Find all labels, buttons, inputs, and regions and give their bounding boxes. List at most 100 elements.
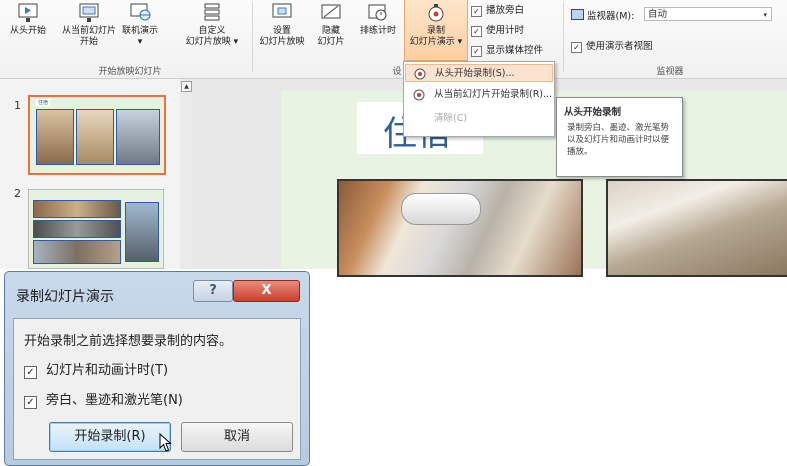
ribbon-separator [563,2,564,72]
hide-slide-label-2: 幻灯片 [317,37,345,47]
thumbnail-photo [33,220,121,238]
chevron-down-icon: ▾ [763,11,767,19]
from-beginning-button[interactable]: 从头开始 [2,2,54,37]
help-icon: ? [209,283,217,298]
slide-thumbnail-1[interactable]: 住宿 [28,95,166,175]
thumbnail-number: 1 [14,99,21,112]
thumbnail-photo [33,200,121,218]
scroll-up-icon[interactable]: ▲ [181,81,192,92]
start-recording-button[interactable]: 开始录制(R) [49,422,171,452]
record-slideshow-content: 录制 幻灯片演示 ▾ [405,2,467,48]
thumbnail-photo [125,202,159,262]
tooltip-title: 从头开始录制 [564,107,622,118]
setup-slideshow-label-2: 幻灯片放映 [259,37,305,47]
show-media-controls-checkbox[interactable]: ✓ 显示媒体控件 [471,42,543,57]
menu-item-label: 从头开始录制(S)... [435,68,515,79]
menu-item-record-from-beginning[interactable]: 从头开始录制(S)... [405,64,553,82]
use-timings-label: 使用计时 [486,25,525,36]
setup-slideshow-icon [272,3,292,18]
rehearse-timings-label: 排练计时 [359,26,396,36]
menu-item-clear: 清除(C) [405,110,553,128]
custom-slideshow-label-1: 自定义 [198,26,226,36]
hide-slide-icon [321,4,341,19]
menu-item-label: 从当前幻灯片开始录制(R)... [434,89,553,100]
start-recording-label: 开始录制(R) [74,429,146,444]
checkbox-checked-icon: ✓ [471,46,482,57]
hide-slide-label-1: 隐藏 [321,26,340,36]
from-current-slide-button[interactable]: 从当前幻灯片 开始 [56,2,122,48]
slide-animation-timings-checkbox[interactable]: ✓ 幻灯片和动画计时(T) [24,359,168,379]
narration-ink-laser-checkbox[interactable]: ✓ 旁白、墨迹和激光笔(N) [24,389,183,409]
thumbnail-photo [116,109,160,165]
slide-thumbnail-pane: 1 住宿 2 [0,79,181,269]
checkbox-checked-icon: ✓ [471,26,482,37]
monitor-icon [571,9,584,20]
use-timings-checkbox[interactable]: ✓ 使用计时 [471,22,524,37]
record-dropdown-menu: 从头开始录制(S)... 从当前幻灯片开始录制(R)... 清除(C) [403,61,555,137]
from-beginning-label: 从头开始 [9,26,46,36]
close-button[interactable]: X [233,280,300,302]
presenter-view-label: 使用演示者视图 [586,41,653,52]
mouse-cursor-icon [159,433,172,452]
presenter-view-checkbox[interactable]: ✓ 使用演示者视图 [571,38,653,53]
record-slideshow-label-2: 幻灯片演示 ▾ [409,37,463,47]
present-online-label: 联机演示 [121,26,158,36]
custom-slideshow-button[interactable]: 自定义 幻灯片放映 ▾ [176,2,248,48]
ribbon-separator [252,2,253,72]
bathroom-photo [337,179,583,277]
monitor-label: 监视器(M): [587,11,635,22]
group-start-slideshow-label: 开始放映幻灯片 [98,67,162,77]
monitor-label-row: 监视器(M): [571,8,634,22]
record-slideshow-button[interactable]: 录制 幻灯片演示 ▾ [404,0,468,61]
record-tooltip: 从头开始录制 录制旁白、墨迹、激光笔势以及幻灯片和动画计时以便播放。 [556,97,683,177]
help-button[interactable]: ? [193,280,233,302]
slide-animation-timings-label: 幻灯片和动画计时(T) [46,363,169,378]
play-narrations-checkbox[interactable]: ✓ 播放旁白 [471,2,524,17]
tooltip-body: 录制旁白、墨迹、激光笔势以及幻灯片和动画计时以便播放。 [567,123,670,157]
custom-slideshow-icon [204,3,220,21]
play-narrations-label: 播放旁白 [486,5,525,16]
play-from-current-icon [79,3,99,22]
checkbox-checked-icon: ✓ [24,366,37,379]
show-media-controls-label: 显示媒体控件 [486,45,544,56]
group-monitor-label: 监视器 [656,67,684,77]
thumbnail-photo [33,240,121,264]
cancel-label: 取消 [223,429,250,444]
record-slideshow-label-1: 录制 [426,26,445,36]
thumbnail-photo [36,109,74,165]
dialog-body: 开始录制之前选择想要录制的内容。 ✓ 幻灯片和动画计时(T) ✓ 旁白、墨迹和激光笔… [13,318,301,460]
hide-slide-button[interactable]: 隐藏 幻灯片 [312,2,350,48]
close-icon: X [261,283,272,298]
thumbnail-photo [76,109,114,165]
monitor-select-value: 自动 [648,9,668,20]
rehearse-timings-button[interactable]: 排练计时 [356,2,400,37]
record-slideshow-dialog: 录制幻灯片演示 ? X 开始录制之前选择想要录制的内容。 ✓ 幻灯片和动画计时(T… [4,271,310,466]
record-clock-icon [428,4,444,22]
monitor-select[interactable]: 自动 ▾ [644,7,772,21]
group-setup-label: 设 [392,67,402,77]
dialog-prompt: 开始录制之前选择想要录制的内容。 [24,334,233,349]
narration-ink-laser-label: 旁白、墨迹和激光笔(N) [46,393,183,408]
record-clock-icon [414,68,426,87]
cancel-button[interactable]: 取消 [181,422,293,452]
checkbox-checked-icon: ✓ [24,396,37,409]
play-from-start-icon [18,3,38,22]
room-photo [606,179,787,277]
present-online-button[interactable]: 联机演示 ▾ [118,2,162,48]
custom-slideshow-label-2: 幻灯片放映 ▾ [185,37,239,47]
from-current-slide-label-2: 开始 [79,37,98,47]
record-clock-icon [413,89,425,108]
setup-slideshow-button[interactable]: 设置 幻灯片放映 [254,2,310,48]
dialog-title: 录制幻灯片演示 [16,289,114,305]
present-online-icon [130,3,151,21]
ribbon: 从头开始 从当前幻灯片 开始 联机演示 ▾ 自定义 幻灯片放映 ▾ 开始放映幻灯… [0,0,787,79]
checkbox-checked-icon: ✓ [571,42,582,53]
present-online-arrow: ▾ [137,37,143,47]
from-current-slide-label-1: 从当前幻灯片 [61,26,116,36]
menu-item-record-from-current[interactable]: 从当前幻灯片开始录制(R)... [405,86,553,104]
setup-slideshow-label-1: 设置 [272,26,291,36]
checkbox-checked-icon: ✓ [471,6,482,17]
thumbnail-number: 2 [14,187,21,200]
water-heater [401,193,481,225]
slide-thumbnail-2[interactable] [28,189,164,269]
